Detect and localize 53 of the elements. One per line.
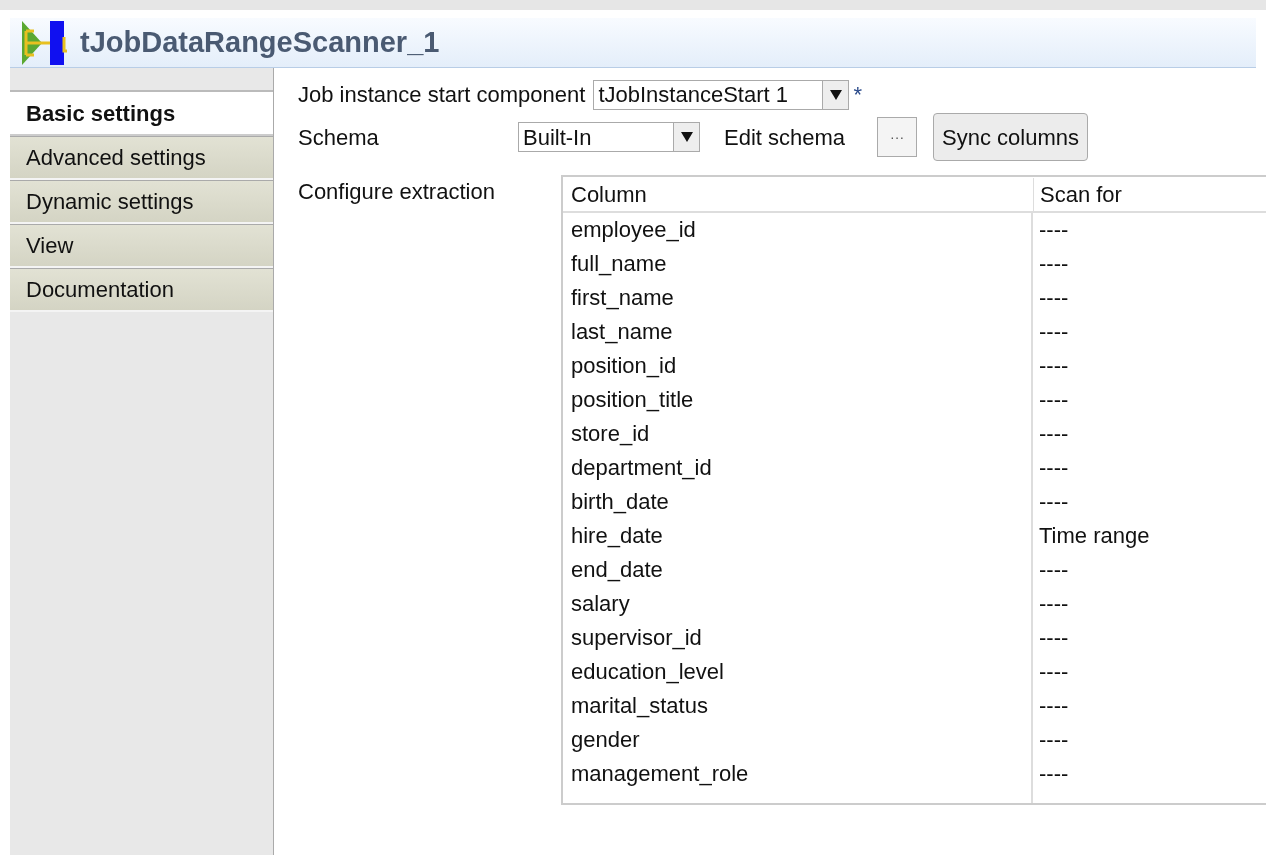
- table-cell-text: marital_status: [570, 692, 709, 720]
- table-cell-text: ----: [1038, 352, 1070, 380]
- field-label: Schema: [298, 123, 380, 152]
- table-cell-text: ----: [1038, 386, 1070, 414]
- table-cell-text: management_role: [570, 760, 750, 788]
- table-cell-text: end_date: [570, 556, 664, 584]
- table-cell-text: salary: [570, 590, 631, 618]
- component-dropdown[interactable]: tJobInstanceStart 1: [593, 79, 850, 110]
- table-cell-text: ----: [1038, 760, 1070, 788]
- table-cell-text: employee_id: [570, 216, 697, 244]
- table-cell-text: supervisor_id: [570, 624, 703, 652]
- table-cell-text: birth_date: [570, 488, 670, 516]
- table-cell-text: Time range: [1038, 522, 1151, 550]
- table-cell-text: ----: [1038, 488, 1070, 516]
- field-label: Configure extraction: [298, 178, 496, 206]
- schema-dropdown[interactable]: Built-In: [518, 122, 700, 152]
- settings-tab[interactable]: Dynamic settings: [10, 180, 273, 224]
- table-cell-text: department_id: [570, 454, 713, 482]
- table-cell-text: ----: [1038, 658, 1070, 686]
- dropdown-arrow-icon: [680, 132, 693, 142]
- table-cell-text: ----: [1038, 318, 1070, 346]
- table-cell-text: ----: [1038, 420, 1070, 448]
- window-title: tJobDataRangeScanner_1: [80, 24, 440, 60]
- table-cell-text: first_name: [570, 284, 675, 312]
- table-cell-text: ----: [1038, 692, 1070, 720]
- table-cell-text: ----: [1038, 216, 1070, 244]
- field-label: Edit schema: [724, 123, 846, 152]
- required-mark: *: [853, 81, 862, 109]
- table-cell-text: ----: [1038, 454, 1070, 482]
- table-cell-text: ----: [1038, 250, 1070, 278]
- table-cell-text: position_title: [570, 386, 695, 414]
- settings-tab[interactable]: Advanced settings: [10, 136, 273, 180]
- settings-tab[interactable]: Basic settings: [10, 92, 273, 136]
- column-header: Column: [570, 180, 648, 209]
- table-cell-text: education_level: [570, 658, 725, 686]
- column-header: Scan for: [1033, 177, 1266, 211]
- table-cell-text: ----: [1038, 590, 1070, 618]
- table-cell-text: position_id: [570, 352, 678, 380]
- table-cell-text: ----: [1038, 726, 1070, 754]
- table-cell-text: ----: [1038, 284, 1070, 312]
- settings-tab[interactable]: View: [10, 224, 273, 268]
- table-cell-text: last_name: [570, 318, 674, 346]
- dropdown-arrow-icon: [829, 89, 842, 100]
- field-label: Job instance start component: [298, 81, 586, 109]
- table-cell-text: hire_date: [570, 522, 664, 550]
- edit-schema-button[interactable]: ···: [877, 117, 918, 157]
- table-cell-text: full_name: [570, 250, 668, 278]
- table-cell-text: store_id: [570, 420, 651, 448]
- settings-tab[interactable]: Documentation: [10, 268, 273, 312]
- table-cell-text: gender: [570, 726, 641, 754]
- table-cell-text: ----: [1038, 624, 1070, 652]
- table-cell-text: ----: [1038, 556, 1070, 584]
- sync-columns-button[interactable]: Sync columns: [933, 113, 1088, 161]
